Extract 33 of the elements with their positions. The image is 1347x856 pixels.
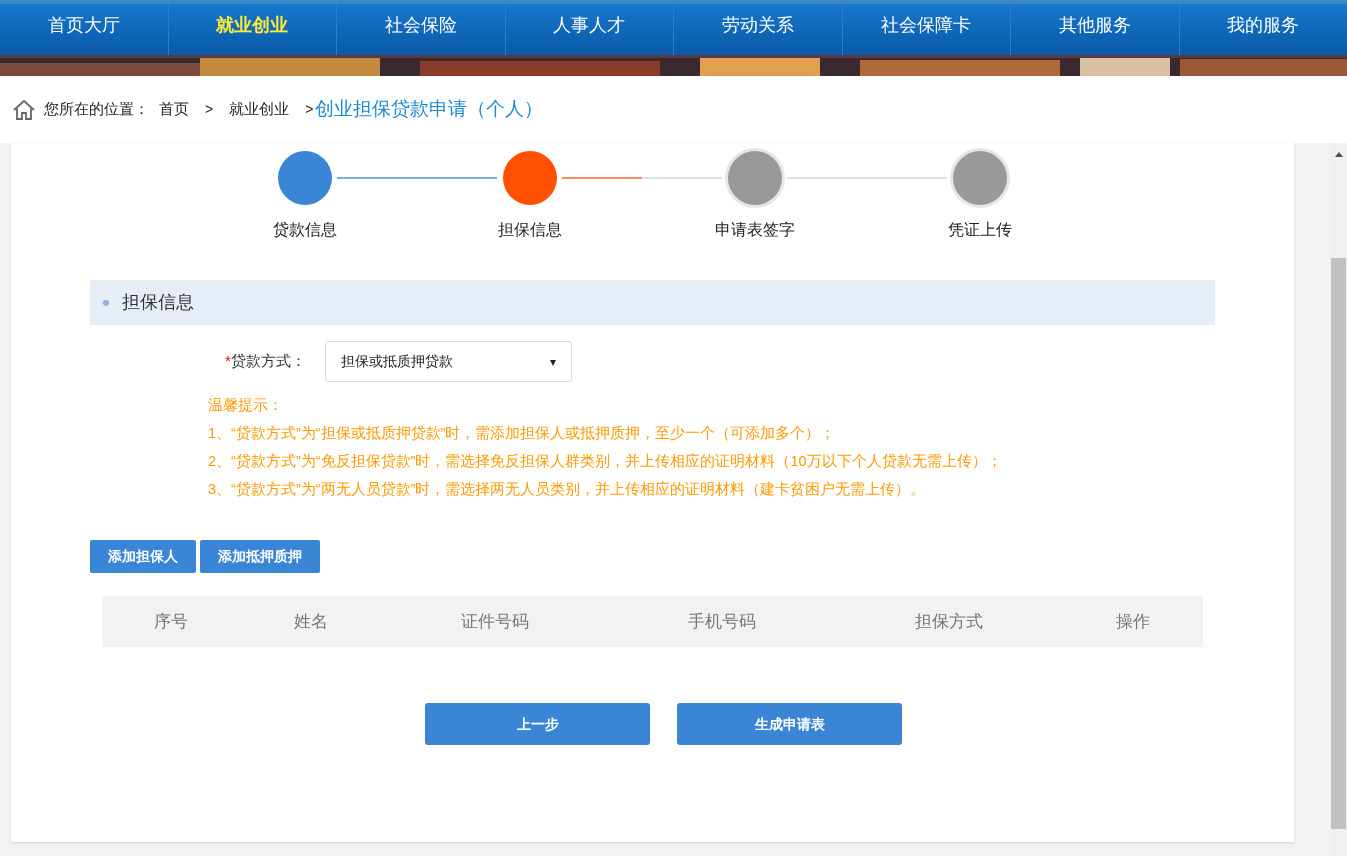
step-label: 担保信息 [498,220,562,240]
column-header: 证件号码 [461,610,529,633]
bullet-icon [103,299,109,306]
select-field[interactable]: 担保或抵质押贷款 ▾ [324,341,572,382]
footer-button[interactable]: 上一步 [425,703,650,745]
breadcrumb-label: 您所在的位置： [44,99,149,120]
dropdown-icon: ▾ [549,352,556,371]
column-header: 担保方式 [915,610,983,633]
nav-tab[interactable]: 首页大厅 [0,4,168,55]
tip-text: 2、“贷款方式”为“免反担保贷款”时，需选择免反担保人群类别，并上传相应的证明材料（10万以下个人贷款无需上传）； [208,452,1003,471]
scrollbar-thumb[interactable] [1331,258,1346,829]
scroll-up-icon[interactable] [1334,152,1343,157]
breadcrumb-separator: > [205,100,214,119]
tip-text: 温馨提示： [208,396,284,415]
footer-button[interactable]: 生成申请表 [677,703,902,745]
step-label: 申请表签字 [715,220,795,240]
step-label: 凭证上传 [948,220,1012,240]
breadcrumb-separator: > [305,100,314,119]
step-label: 贷款信息 [273,220,337,240]
breadcrumb-current: 创业担保贷款申请（个人） [315,97,544,122]
column-header: 姓名 [294,610,328,633]
add-button[interactable]: 添加抵押质押 [200,540,320,573]
breadcrumb-link[interactable]: 首页 [159,98,189,121]
tip-text: 1、“贷款方式”为“担保或抵质押贷款”时，需添加担保人或抵押质押，至少一个（可添加多个）； [208,424,837,443]
section-title: 担保信息 [122,291,194,314]
home-icon[interactable] [12,98,36,121]
breadcrumb-link[interactable]: 就业创业 [229,98,290,121]
column-header: 手机号码 [688,610,756,633]
field-label: *贷款方式： [225,351,306,372]
tip-text: 3、“贷款方式”为“两无人员贷款”时，需选择两无人员类别，并上传相应的证明材料（建卡贫困户无需上传）。 [208,480,927,499]
add-button[interactable]: 添加担保人 [90,540,196,573]
column-header: 操作 [1116,610,1150,633]
column-header: 序号 [154,610,188,633]
